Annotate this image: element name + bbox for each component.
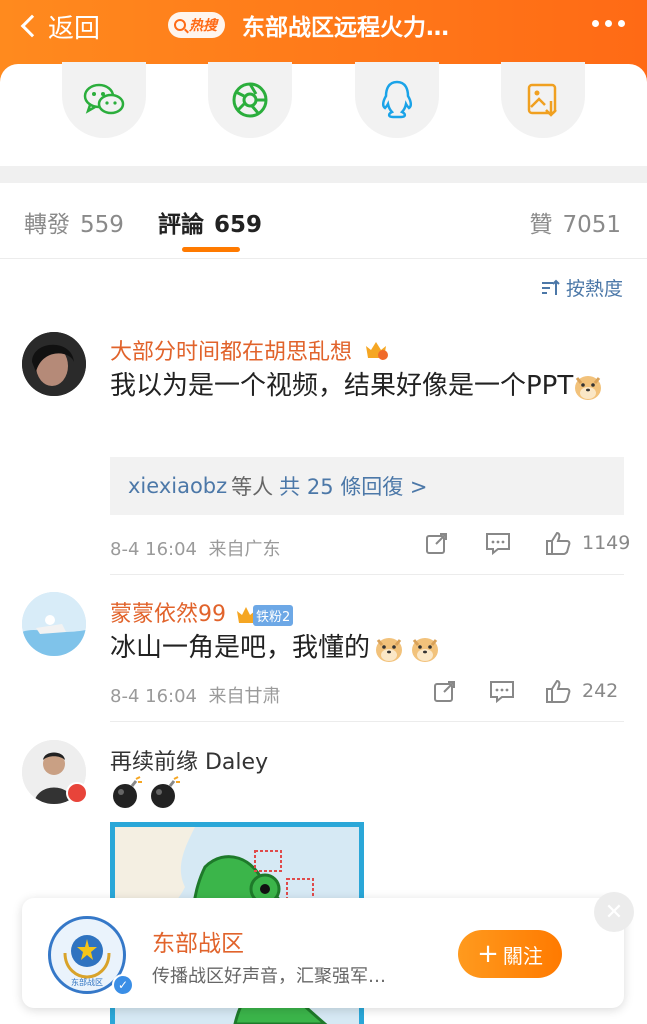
sort-button[interactable]: 按熱度 xyxy=(540,274,623,301)
comment-meta: 8-4 16:04 来自甘肃 xyxy=(110,682,280,708)
share-moments-button[interactable] xyxy=(208,62,292,138)
plus-icon: + xyxy=(477,939,499,969)
repost-icon[interactable] xyxy=(424,530,450,556)
section-divider xyxy=(0,166,647,183)
comment-username[interactable]: 大部分时间都在胡思乱想 xyxy=(110,334,389,368)
tab-repost-label: 轉發 xyxy=(24,212,70,238)
comment-divider xyxy=(110,721,624,722)
comment-text-content: 冰山一角是吧，我懂的 xyxy=(110,633,371,663)
comment-time: 8-4 16:04 xyxy=(110,539,197,560)
back-chevron-icon xyxy=(20,14,44,38)
weibo-detail-page: 返回 热搜 东部战区远程火力… 轉發 559 評論 659 贊 7051 按熱度… xyxy=(0,0,647,1024)
comment-text: 冰山一角是吧，我懂的 xyxy=(110,628,610,668)
tab-repost-count: 559 xyxy=(80,212,124,238)
share-wechat-button[interactable] xyxy=(62,62,146,138)
tab-likes-count: 7051 xyxy=(562,212,621,238)
sort-label: 按熱度 xyxy=(565,278,623,300)
search-icon xyxy=(174,19,186,31)
share-qq-button[interactable] xyxy=(355,62,439,138)
like-icon[interactable] xyxy=(544,678,572,704)
reply-total-link[interactable]: 共 25 條回復 > xyxy=(279,471,427,501)
comment-username-text: 大部分时间都在胡思乱想 xyxy=(110,340,353,365)
crown-badge-icon xyxy=(363,338,389,368)
active-tab-indicator xyxy=(182,247,240,252)
hot-search-badge[interactable]: 热搜 xyxy=(168,12,225,38)
follow-label: 關注 xyxy=(502,943,543,968)
like-count: 1149 xyxy=(582,532,631,554)
reply-etc: 等人 xyxy=(231,475,274,499)
comment-location: 来自甘肃 xyxy=(208,686,281,707)
comment-username[interactable]: 蒙蒙依然99 铁粉2 xyxy=(110,596,294,628)
account-name[interactable]: 东部战区 xyxy=(152,924,244,958)
close-button[interactable]: ✕ xyxy=(594,892,634,932)
more-dot-icon xyxy=(618,20,625,27)
share-panel xyxy=(0,62,647,166)
follow-button[interactable]: + 關注 xyxy=(458,930,562,978)
comment-username-text: 蒙蒙依然99 xyxy=(110,602,226,627)
avatar-illustration xyxy=(22,592,86,656)
wechat-icon xyxy=(83,83,125,115)
emblem-text: 东部战区 xyxy=(71,977,103,987)
more-dot-icon xyxy=(605,20,612,27)
close-icon: ✕ xyxy=(604,899,624,925)
comment-icon[interactable] xyxy=(484,530,512,556)
fan-badge: 铁粉2 xyxy=(235,604,294,626)
doge-emoji-icon xyxy=(573,373,603,401)
fan-badge-label: 铁粉2 xyxy=(253,604,294,626)
tab-comments-count: 659 xyxy=(214,212,263,238)
comment-divider xyxy=(110,574,624,575)
sort-icon xyxy=(541,279,560,295)
comment-actions: 242 xyxy=(432,678,618,704)
bomb-emoji-icon xyxy=(113,776,142,808)
hot-search-label: 热搜 xyxy=(189,18,217,34)
page-title: 东部战区远程火力… xyxy=(242,15,449,41)
avatar-photo xyxy=(22,332,86,396)
tab-comments[interactable]: 評論 659 xyxy=(158,205,262,239)
save-image-icon xyxy=(527,83,557,117)
repost-icon[interactable] xyxy=(432,678,458,704)
comment-username[interactable]: 再续前缘 Daley xyxy=(110,744,268,776)
doge-emoji-icon xyxy=(374,635,404,663)
back-label: 返回 xyxy=(48,13,101,44)
reply-summary[interactable]: xiexiaobz 等人 共 25 條回復 > xyxy=(110,457,624,515)
save-image-button[interactable] xyxy=(501,62,585,138)
comment-meta: 8-4 16:04 来自广东 xyxy=(110,535,280,561)
comment-time: 8-4 16:04 xyxy=(110,686,197,707)
comment-text xyxy=(110,776,182,810)
comment-icon[interactable] xyxy=(488,678,516,704)
tab-repost[interactable]: 轉發 559 xyxy=(24,205,124,239)
back-button[interactable]: 返回 xyxy=(18,8,100,44)
verified-check-icon: ✓ xyxy=(112,974,134,996)
tab-bar: 轉發 559 評論 659 贊 7051 xyxy=(0,183,647,259)
like-icon[interactable] xyxy=(544,530,572,556)
more-menu-button[interactable] xyxy=(592,20,625,27)
moments-icon xyxy=(232,82,268,118)
comment-location: 来自广东 xyxy=(208,539,281,560)
tab-likes-label: 贊 xyxy=(529,212,553,238)
comment-actions: 1149 xyxy=(424,530,630,556)
more-dot-icon xyxy=(592,20,599,27)
tab-likes[interactable]: 贊 7051 xyxy=(529,205,621,239)
avatar[interactable] xyxy=(22,592,86,656)
like-count: 242 xyxy=(582,680,619,702)
comment-text-content: 我以为是一个视频，结果好像是一个PPT xyxy=(110,371,574,401)
account-description: 传播战区好声音，汇聚强军… xyxy=(152,966,386,987)
doge-emoji-icon xyxy=(410,635,440,663)
bomb-emoji-icon xyxy=(151,776,180,808)
comment-text: 我以为是一个视频，结果好像是一个PPT xyxy=(110,366,610,406)
follow-card: ✕ 东部战区 ✓ 东部战区 传播战区好声音，汇聚强军… + 關注 xyxy=(22,892,634,1008)
verified-badge-icon xyxy=(66,782,88,804)
tab-comments-label: 評論 xyxy=(158,212,204,238)
qq-icon xyxy=(381,80,413,119)
reply-user[interactable]: xiexiaobz xyxy=(128,474,227,498)
avatar[interactable] xyxy=(22,332,86,396)
